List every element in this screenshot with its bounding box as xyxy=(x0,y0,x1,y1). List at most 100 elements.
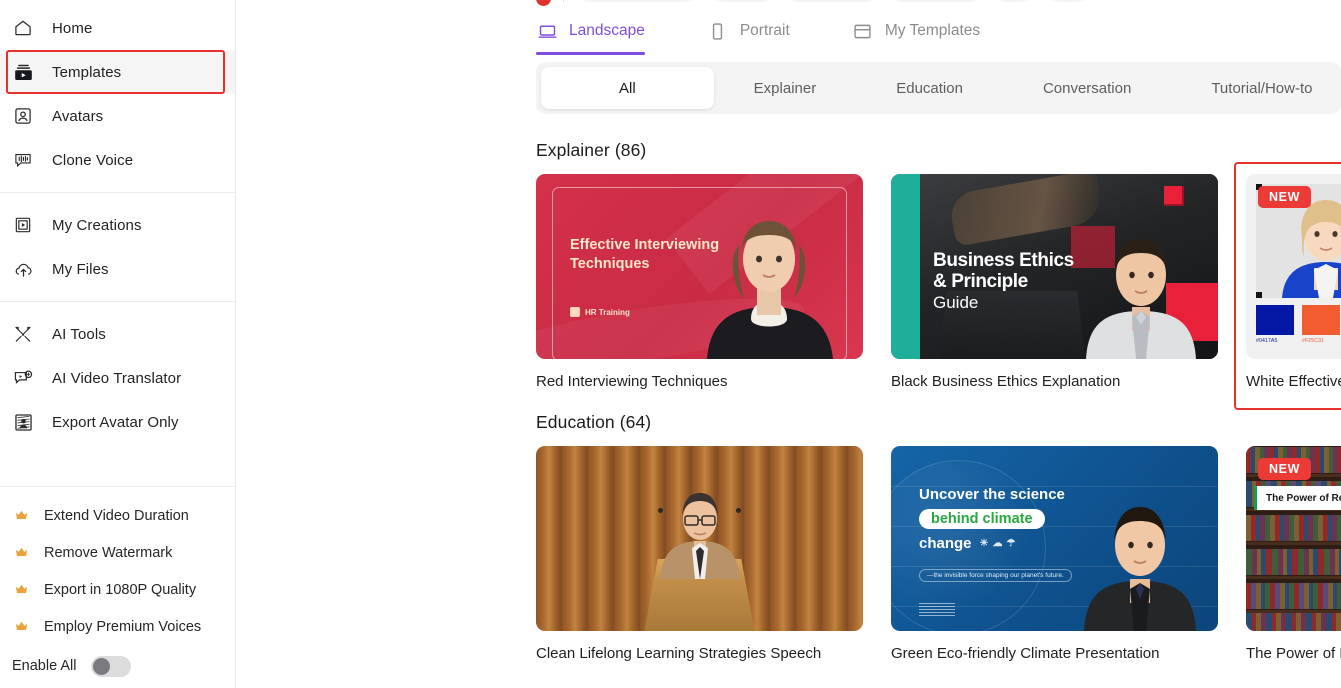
sidebar-item-ai-video-translator[interactable]: AI Video Translator xyxy=(0,356,235,400)
voice-wave-icon xyxy=(12,149,34,171)
avatar-icon xyxy=(12,105,34,127)
template-card[interactable]: Uncover the science behind climate chang… xyxy=(891,446,1218,662)
sidebar-item-label: Employ Premium Voices xyxy=(44,618,202,635)
sidebar-item-templates[interactable]: Templates xyxy=(0,50,235,94)
category-tab-all[interactable]: All xyxy=(541,67,714,109)
sidebar-divider-2 xyxy=(0,301,235,302)
laptop-icon xyxy=(536,20,558,42)
sidebar-item-my-files[interactable]: My Files xyxy=(0,247,235,291)
template-card[interactable]: Clean Lifelong Learning Strategies Speec… xyxy=(536,446,863,662)
template-card[interactable]: NEW The Power of Reading xyxy=(1246,446,1341,662)
category-tab-education[interactable]: Education xyxy=(856,67,1003,109)
sidebar-item-premium-voices[interactable]: Employ Premium Voices xyxy=(0,608,235,645)
tab-label: Landscape xyxy=(569,22,645,39)
sidebar-item-label: Remove Watermark xyxy=(44,544,173,561)
thumb-headline-line3-row: change ☀☁☂ xyxy=(919,535,1065,552)
color-swatches: #0417A5 #F25C31 #E3E3E3 xyxy=(1256,305,1341,344)
category-filter-bar: All Explainer Education Conversation Tut… xyxy=(536,62,1341,114)
thumb-subtext: —the invisible force shaping our planet'… xyxy=(919,569,1072,582)
category-tab-tutorial-howto[interactable]: Tutorial/How-to xyxy=(1171,67,1341,109)
template-thumbnail xyxy=(536,446,863,631)
category-label: Conversation xyxy=(1042,79,1132,97)
sidebar-item-remove-watermark[interactable]: Remove Watermark xyxy=(0,534,235,571)
sidebar-item-label: My Files xyxy=(52,260,109,278)
template-card[interactable]: Business Ethics & Principle Guide Black … xyxy=(891,174,1218,390)
main-content: Landscape Portrait My Templates All Expl… xyxy=(236,0,1341,688)
avatar-figure xyxy=(659,493,740,579)
window-icon xyxy=(852,20,874,42)
swatch-hex: #F25C31 xyxy=(1302,338,1325,344)
tools-icon xyxy=(12,323,34,345)
tab-my-templates[interactable]: My Templates xyxy=(852,1,980,61)
thumb-headline-line3: Guide xyxy=(933,292,979,312)
view-tab-bar: Landscape Portrait My Templates xyxy=(246,0,1341,62)
crown-icon xyxy=(12,544,30,562)
templates-icon xyxy=(12,61,34,83)
template-card-title: Red Interviewing Techniques xyxy=(536,373,728,390)
sidebar: Home Templates Avatars Clone Voice My Cr… xyxy=(0,0,236,688)
template-card-title: Black Business Ethics Explanation xyxy=(891,373,1121,390)
lower-third-accent xyxy=(1254,486,1257,510)
color-swatch[interactable]: #F25C31 xyxy=(1302,305,1340,344)
tab-label: Portrait xyxy=(739,22,790,39)
sidebar-item-label: Clone Voice xyxy=(52,151,134,169)
new-badge: NEW xyxy=(1258,458,1311,480)
template-card-title: The Power of Reading Speech xyxy=(1246,645,1341,662)
sidebar-item-my-creations[interactable]: My Creations xyxy=(0,203,235,247)
category-tab-conversation[interactable]: Conversation xyxy=(1003,67,1171,109)
sidebar-item-extend-video-duration[interactable]: Extend Video Duration xyxy=(0,497,235,534)
template-gallery: Explainer (86) Effective Interviewing Te… xyxy=(536,114,1341,662)
color-swatch[interactable]: #0417A5 xyxy=(1256,305,1294,344)
enable-all-row: Enable All xyxy=(0,649,235,683)
enable-all-toggle[interactable] xyxy=(90,655,131,677)
tab-landscape[interactable]: Landscape xyxy=(536,1,645,61)
sidebar-item-home[interactable]: Home xyxy=(0,6,235,50)
template-grid-explainer: Effective Interviewing Techniques HR Tra… xyxy=(536,162,1341,410)
sidebar-item-ai-tools[interactable]: AI Tools xyxy=(0,312,235,356)
sidebar-item-export-1080p[interactable]: Export in 1080P Quality xyxy=(0,571,235,608)
tab-portrait[interactable]: Portrait xyxy=(707,1,790,61)
thumb-headline-line3: change xyxy=(919,535,972,552)
category-label: Education xyxy=(896,79,963,97)
resize-handle[interactable] xyxy=(1256,292,1262,298)
avatar-figure xyxy=(1086,239,1196,359)
template-thumbnail: Effective Interviewing Techniques HR Tra… xyxy=(536,174,863,359)
thumb-headline-line1: Uncover the science xyxy=(919,486,1065,503)
template-thumbnail: Uncover the science behind climate chang… xyxy=(891,446,1218,631)
decor-teal-bar xyxy=(891,174,920,359)
category-label: Explainer xyxy=(753,79,817,97)
tab-label: My Templates xyxy=(884,22,981,39)
export-avatar-icon xyxy=(12,411,34,433)
sidebar-divider-1 xyxy=(0,192,235,193)
sidebar-item-label: Templates xyxy=(52,63,122,81)
swatch-chip xyxy=(1302,305,1340,335)
template-thumbnail: Business Ethics & Principle Guide xyxy=(891,174,1218,359)
sidebar-item-label: Export in 1080P Quality xyxy=(44,581,197,598)
template-grid-education: Clean Lifelong Learning Strategies Speec… xyxy=(536,446,1341,662)
swatch-chip xyxy=(1256,305,1294,335)
swatch-hex: #0417A5 xyxy=(1256,338,1278,344)
my-creations-icon xyxy=(12,214,34,236)
thumb-left-pane: #0417A5 #F25C31 #E3E3E3 xyxy=(1256,184,1341,349)
template-card-title: Green Eco-friendly Climate Presentation xyxy=(891,645,1160,662)
avatar-figure xyxy=(707,221,833,359)
sidebar-item-label: AI Video Translator xyxy=(52,369,182,387)
category-tab-explainer[interactable]: Explainer xyxy=(714,67,857,109)
thumb-tag-label: HR Training xyxy=(585,307,630,317)
template-card-title: Clean Lifelong Learning Strategies Speec… xyxy=(536,645,822,662)
template-card[interactable]: Effective Interviewing Techniques HR Tra… xyxy=(536,174,863,390)
template-card[interactable]: NEW #0417A5 #F25C31 White Effective xyxy=(1234,162,1341,410)
lower-third-label: The Power of Reading xyxy=(1254,486,1341,510)
calendar-icon xyxy=(570,307,580,317)
sidebar-item-clone-voice[interactable]: Clone Voice xyxy=(0,138,235,182)
sidebar-item-label: Avatars xyxy=(52,107,104,125)
sidebar-item-export-avatar-only[interactable]: Export Avatar Only xyxy=(0,400,235,444)
sidebar-item-avatars[interactable]: Avatars xyxy=(0,94,235,138)
sidebar-item-label: Export Avatar Only xyxy=(52,413,179,431)
crown-icon xyxy=(12,581,30,599)
enable-all-label: Enable All xyxy=(12,658,77,674)
thumb-headline: Business Ethics & Principle Guide xyxy=(933,250,1074,312)
section-title-education: Education (64) xyxy=(536,412,652,432)
active-tab-underline xyxy=(536,52,645,55)
sidebar-item-label: Home xyxy=(52,19,93,37)
